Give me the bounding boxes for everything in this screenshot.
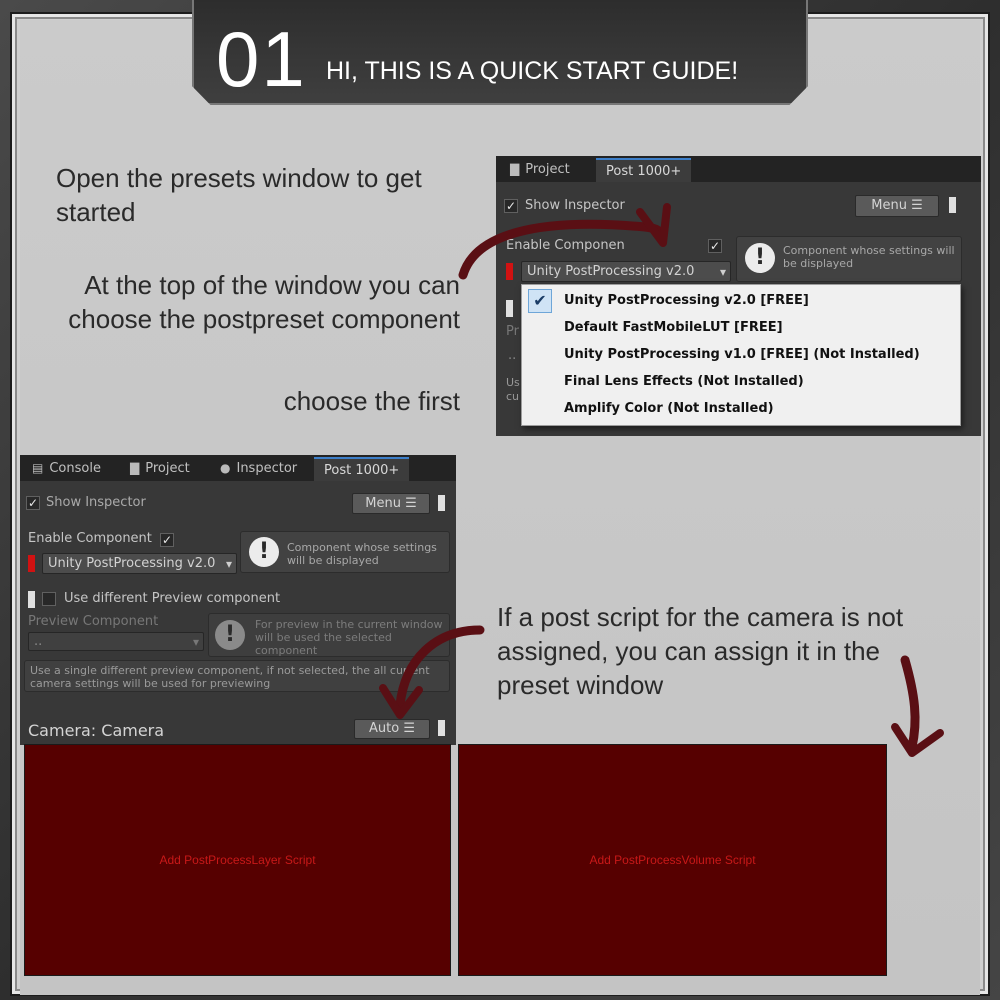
camera-label: Camera: Camera [28, 721, 165, 740]
info-icon: ● [220, 461, 231, 475]
tab-inspector[interactable]: ● Inspector [210, 457, 307, 481]
preview-component-label: Preview Component [28, 614, 159, 629]
hidden-preview-value: .. [508, 348, 517, 363]
chevron-down-icon: ▾ [225, 557, 232, 571]
tab-post-1000[interactable]: Post 1000+ [314, 457, 410, 481]
step-number: 01 [216, 15, 307, 103]
component-dropdown-menu: ✔ Unity PostProcessing v2.0 [FREE] Defau… [521, 284, 961, 426]
component-info-text: Component whose settings will be display… [783, 244, 955, 270]
tab-console[interactable]: ▤ Console [22, 457, 111, 481]
menu-item-amplify-color[interactable]: Amplify Color (Not Installed) [522, 395, 960, 422]
enable-component-checkbox[interactable]: ✓ [708, 239, 722, 253]
component-status-marker [28, 555, 35, 572]
enable-component-checkbox[interactable]: ✓ [160, 533, 174, 547]
enable-component-label: Enable Component [28, 531, 152, 546]
menu-item-pp-v2[interactable]: ✔ Unity PostProcessing v2.0 [FREE] [522, 287, 960, 314]
guide-title: HI, THIS IS A QUICK START GUIDE! [326, 57, 739, 85]
add-layer-label: Add PostProcessLayer Script [159, 853, 316, 867]
warning-icon: ! [745, 243, 775, 273]
tab-project[interactable]: ▇ Project [500, 158, 580, 182]
tab-label: Post 1000+ [606, 164, 682, 179]
warning-icon: ! [215, 620, 245, 650]
chevron-down-icon: ▾ [192, 635, 199, 649]
component-dropdown[interactable]: Unity PostProcessing v2.0 ▾ [42, 553, 237, 574]
folder-icon: ▇ [510, 162, 520, 176]
check-icon: ✔ [528, 289, 552, 313]
menu-item-label: Amplify Color (Not Installed) [564, 401, 774, 416]
component-info-box: ! Component whose settings will be displ… [240, 531, 450, 573]
tab-label: Inspector [236, 461, 298, 476]
component-info-text: Component whose settings will be display… [287, 541, 437, 567]
arrow-to-camera-icon [379, 625, 485, 719]
show-inspector-checkbox[interactable]: ✓ [26, 496, 40, 510]
instruction-choose-first: choose the first [283, 386, 460, 416]
instruction-open-presets: Open the presets window to get started [56, 163, 422, 227]
chevron-down-icon: ▾ [719, 265, 726, 279]
component-info-box: ! Component whose settings will be displ… [736, 236, 962, 282]
hidden-note-line-2: cu [506, 390, 520, 403]
preview-row-marker [28, 591, 35, 608]
tab-label: Project [525, 162, 570, 177]
tab-project[interactable]: ▇ Project [120, 457, 200, 481]
tab-label: Post 1000+ [324, 463, 400, 478]
arrow-to-volume-icon [891, 655, 944, 757]
preview-dropdown-value: .. [34, 634, 43, 649]
menu-item-label: Default FastMobileLUT [FREE] [564, 320, 783, 335]
use-different-preview-label: Use different Preview component [64, 591, 281, 606]
menu-item-label: Final Lens Effects (Not Installed) [564, 374, 804, 389]
show-inspector-label: Show Inspector [46, 495, 146, 510]
hidden-row-marker [506, 300, 513, 317]
tab-label: Console [49, 461, 101, 476]
menu-button[interactable]: Menu ☰ [855, 195, 939, 217]
instruction-choose-component: At the top of the window you can choose … [68, 270, 460, 334]
use-different-preview-checkbox[interactable] [42, 592, 56, 606]
hidden-note-line-1: Us [506, 376, 520, 389]
tab-label: Project [145, 461, 190, 476]
menu-item-label: Unity PostProcessing v1.0 [FREE] (Not In… [564, 347, 920, 362]
add-postprocessvolume-button[interactable]: Add PostProcessVolume Script [458, 744, 887, 976]
preview-component-dropdown[interactable]: .. ▾ [28, 632, 204, 651]
menu-item-label: Unity PostProcessing v2.0 [FREE] [564, 293, 809, 308]
menu-item-final-lens[interactable]: Final Lens Effects (Not Installed) [522, 368, 960, 395]
add-postprocesslayer-button[interactable]: Add PostProcessLayer Script [24, 744, 451, 976]
warning-icon: ! [249, 537, 279, 567]
add-volume-label: Add PostProcessVolume Script [589, 853, 756, 867]
menu-item-pp-v1[interactable]: Unity PostProcessing v1.0 [FREE] (Not In… [522, 341, 960, 368]
instruction-assign-script: If a post script for the camera is not a… [497, 602, 904, 700]
console-icon: ▤ [32, 461, 44, 475]
tab-post-1000[interactable]: Post 1000+ [596, 158, 692, 182]
guide-header: 01 HI, THIS IS A QUICK START GUIDE! [192, 0, 808, 105]
top-tab-bar: ▇ Project Post 1000+ [496, 156, 981, 182]
folder-icon: ▇ [130, 461, 140, 475]
menu-button[interactable]: Menu ☰ [352, 493, 430, 514]
menu-item-fastmobilelut[interactable]: Default FastMobileLUT [FREE] [522, 314, 960, 341]
hidden-preview-label: Pr [506, 324, 519, 339]
arrow-to-tab-icon [458, 203, 671, 280]
panel-scroll-handle[interactable] [438, 495, 445, 511]
component-dropdown-value: Unity PostProcessing v2.0 [48, 556, 216, 571]
panel-scroll-handle[interactable] [949, 197, 956, 213]
bottom-tab-bar: ▤ Console ▇ Project ● Inspector Post 1000+ [20, 455, 456, 481]
